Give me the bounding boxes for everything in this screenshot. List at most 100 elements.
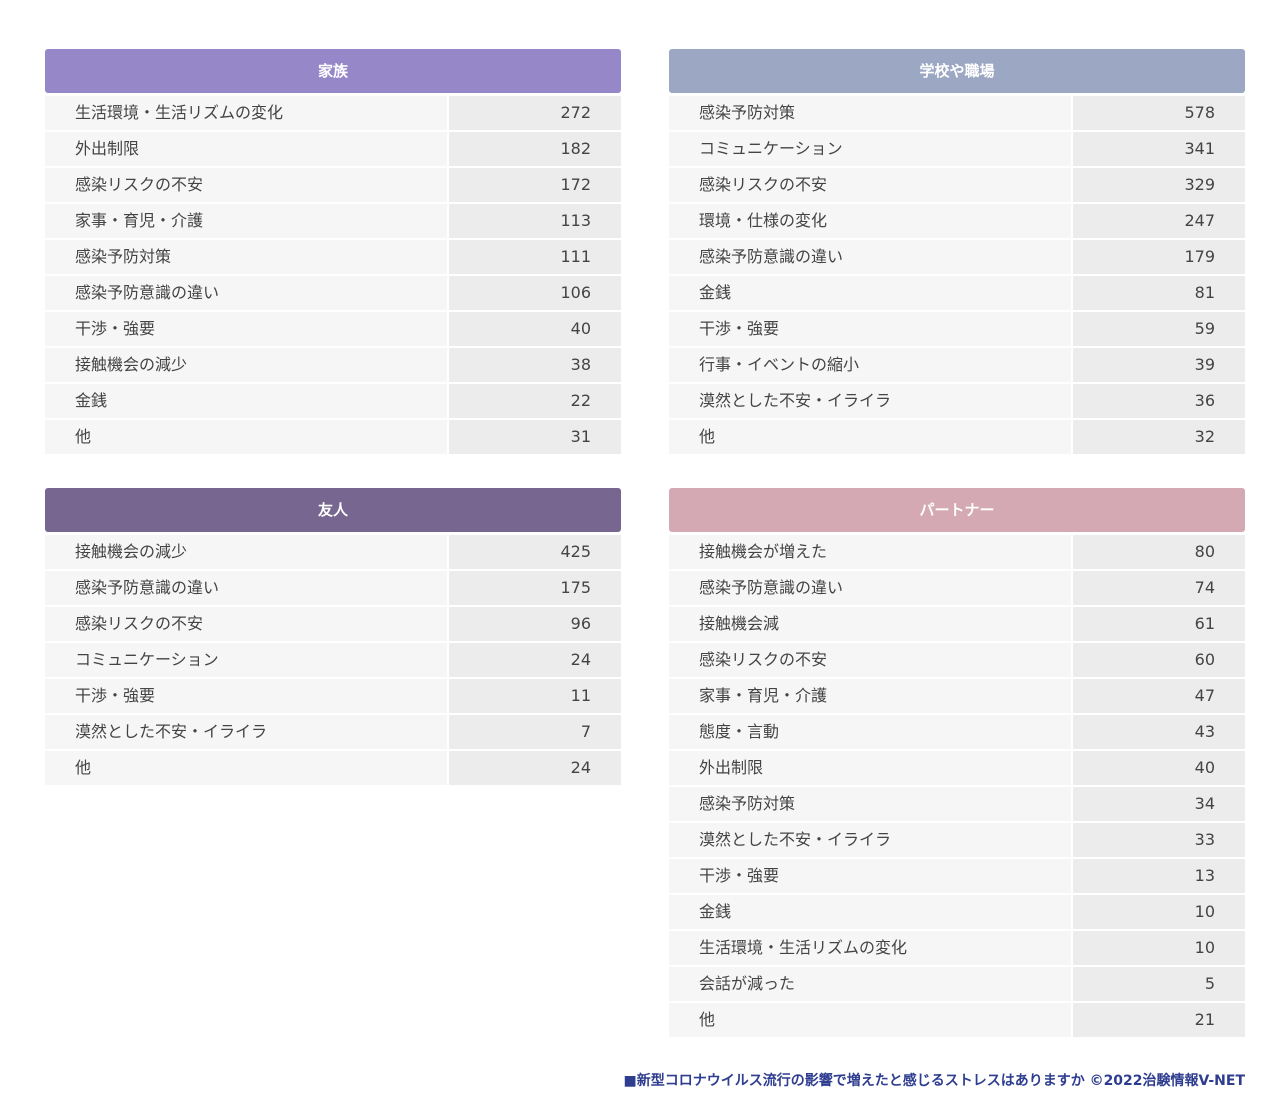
row-value: 40 (1073, 751, 1245, 785)
row-label: 接触機会が増えた (669, 535, 1071, 569)
row-label: 金銭 (669, 276, 1071, 310)
row-value: 31 (449, 420, 621, 454)
row-label: 干渉・強要 (669, 859, 1071, 893)
row-value: 32 (1073, 420, 1245, 454)
table-row: 干渉・強要 11 (45, 679, 621, 713)
family-table-header: 家族 (45, 49, 621, 93)
row-label: 他 (45, 420, 447, 454)
row-label: 感染予防意識の違い (669, 240, 1071, 274)
table-row: 干渉・強要 40 (45, 312, 621, 346)
table-row: 感染予防意識の違い 175 (45, 571, 621, 605)
row-value: 7 (449, 715, 621, 749)
table-row: 金銭 10 (669, 895, 1245, 929)
table-row: 感染予防対策 578 (669, 96, 1245, 130)
row-label: 態度・言動 (669, 715, 1071, 749)
table-row: 外出制限 182 (45, 132, 621, 166)
table-row: 家事・育児・介護 113 (45, 204, 621, 238)
row-label: 他 (669, 420, 1071, 454)
row-label: 他 (45, 751, 447, 785)
table-row: 感染リスクの不安 329 (669, 168, 1245, 202)
row-value: 96 (449, 607, 621, 641)
row-value: 38 (449, 348, 621, 382)
partner-table-header: パートナー (669, 488, 1245, 532)
table-row: 態度・言動 43 (669, 715, 1245, 749)
row-label: 会話が減った (669, 967, 1071, 1001)
partner-table: パートナー 接触機会が増えた 80 感染予防意識の違い 74 接触機会減 61 感染リスクの… (669, 488, 1245, 1039)
row-label: 環境・仕様の変化 (669, 204, 1071, 238)
table-row: 他 21 (669, 1003, 1245, 1037)
row-value: 10 (1073, 931, 1245, 965)
row-label: 感染リスクの不安 (45, 607, 447, 641)
row-value: 10 (1073, 895, 1245, 929)
row-label: 漠然とした不安・イライラ (669, 823, 1071, 857)
row-value: 61 (1073, 607, 1245, 641)
table-row: 接触機会の減少 425 (45, 535, 621, 569)
row-value: 11 (449, 679, 621, 713)
row-value: 106 (449, 276, 621, 310)
table-row: 漠然とした不安・イライラ 33 (669, 823, 1245, 857)
table-row: 感染予防意識の違い 74 (669, 571, 1245, 605)
table-row: 感染リスクの不安 60 (669, 643, 1245, 677)
row-label: 干渉・強要 (669, 312, 1071, 346)
row-label: 金銭 (669, 895, 1071, 929)
row-label: 外出制限 (45, 132, 447, 166)
row-label: 感染リスクの不安 (669, 643, 1071, 677)
table-row: コミュニケーション 24 (45, 643, 621, 677)
row-value: 13 (1073, 859, 1245, 893)
row-label: 外出制限 (669, 751, 1071, 785)
row-label: 感染予防意識の違い (45, 276, 447, 310)
school-table-rows: 感染予防対策 578 コミュニケーション 341 感染リスクの不安 329 環境・仕様の変化… (669, 96, 1245, 454)
table-row: 環境・仕様の変化 247 (669, 204, 1245, 238)
row-value: 81 (1073, 276, 1245, 310)
row-label: 生活環境・生活リズムの変化 (45, 96, 447, 130)
row-label: 家事・育児・介護 (669, 679, 1071, 713)
table-row: 感染予防対策 34 (669, 787, 1245, 821)
row-label: 感染リスクの不安 (45, 168, 447, 202)
row-value: 341 (1073, 132, 1245, 166)
table-row: 接触機会減 61 (669, 607, 1245, 641)
row-label: 生活環境・生活リズムの変化 (669, 931, 1071, 965)
family-table-rows: 生活環境・生活リズムの変化 272 外出制限 182 感染リスクの不安 172 家事・育児・… (45, 96, 621, 454)
table-row: 会話が減った 5 (669, 967, 1245, 1001)
row-value: 329 (1073, 168, 1245, 202)
row-value: 22 (449, 384, 621, 418)
row-value: 111 (449, 240, 621, 274)
table-row: 漠然とした不安・イライラ 7 (45, 715, 621, 749)
row-value: 34 (1073, 787, 1245, 821)
row-label: コミュニケーション (45, 643, 447, 677)
row-value: 59 (1073, 312, 1245, 346)
row-label: 干渉・強要 (45, 312, 447, 346)
table-row: 感染予防意識の違い 179 (669, 240, 1245, 274)
row-value: 113 (449, 204, 621, 238)
row-label: 接触機会の減少 (45, 535, 447, 569)
row-value: 60 (1073, 643, 1245, 677)
row-label: 感染予防意識の違い (669, 571, 1071, 605)
school-table: 学校や職場 感染予防対策 578 コミュニケーション 341 感染リスクの不安 329 環境… (669, 49, 1245, 456)
table-row: 外出制限 40 (669, 751, 1245, 785)
row-label: コミュニケーション (669, 132, 1071, 166)
row-value: 74 (1073, 571, 1245, 605)
table-row: 干渉・強要 13 (669, 859, 1245, 893)
table-row: 生活環境・生活リズムの変化 10 (669, 931, 1245, 965)
row-label: 漠然とした不安・イライラ (669, 384, 1071, 418)
row-value: 425 (449, 535, 621, 569)
row-label: 他 (669, 1003, 1071, 1037)
row-value: 578 (1073, 96, 1245, 130)
table-row: 接触機会の減少 38 (45, 348, 621, 382)
row-value: 40 (449, 312, 621, 346)
row-label: 感染予防意識の違い (45, 571, 447, 605)
table-row: 感染リスクの不安 96 (45, 607, 621, 641)
table-row: 漠然とした不安・イライラ 36 (669, 384, 1245, 418)
row-value: 179 (1073, 240, 1245, 274)
row-label: 漠然とした不安・イライラ (45, 715, 447, 749)
table-row: 生活環境・生活リズムの変化 272 (45, 96, 621, 130)
row-label: 接触機会の減少 (45, 348, 447, 382)
row-value: 21 (1073, 1003, 1245, 1037)
row-value: 43 (1073, 715, 1245, 749)
row-value: 47 (1073, 679, 1245, 713)
row-value: 247 (1073, 204, 1245, 238)
table-row: 感染リスクの不安 172 (45, 168, 621, 202)
row-value: 39 (1073, 348, 1245, 382)
row-value: 36 (1073, 384, 1245, 418)
row-label: 接触機会減 (669, 607, 1071, 641)
